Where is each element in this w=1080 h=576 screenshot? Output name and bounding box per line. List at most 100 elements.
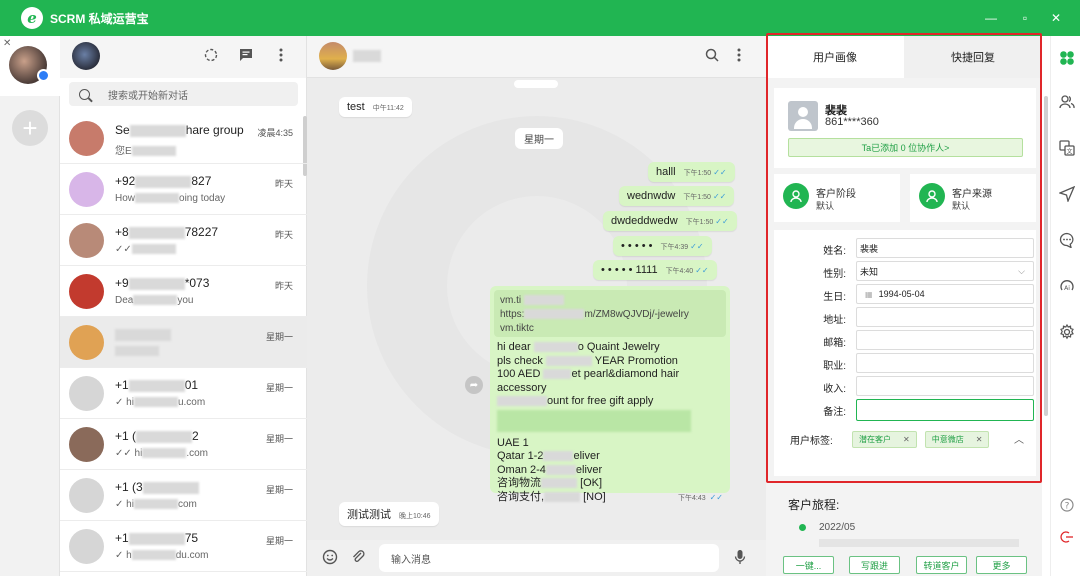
remove-tag-icon[interactable]: ✕ xyxy=(976,435,983,444)
message-time: 凌晨4:35 xyxy=(257,128,293,138)
message-preview xyxy=(115,346,159,357)
chat-list-item[interactable]: 星期一 xyxy=(60,317,307,368)
chat-list-item[interactable]: +1 01 ✓ hi u.com 星期一 xyxy=(60,368,307,419)
chat-menu-icon[interactable] xyxy=(737,48,741,67)
search-icon xyxy=(79,88,90,100)
microphone-icon[interactable] xyxy=(731,549,749,567)
chat-list: Se hare group 您E 凌晨4:35 +92 827 How oing today 昨… xyxy=(60,113,307,572)
chat-list-item[interactable]: +8 78227 ✓✓ 昨天 xyxy=(60,215,307,266)
journey-title: 客户旅程: xyxy=(788,498,840,512)
app-title: SCRM 私域运营宝 xyxy=(50,11,149,26)
title-bar: e SCRM 私域运营宝 — ▫ ✕ xyxy=(0,0,1080,36)
source-value: 默认 xyxy=(952,201,971,211)
gender-select[interactable]: 未知 ⌵ xyxy=(856,261,1034,281)
crm-scrollbar[interactable] xyxy=(1044,96,1048,416)
status-icon[interactable] xyxy=(202,48,220,66)
chat-list-item[interactable]: +92 827 How oing today 昨天 xyxy=(60,164,307,215)
message-outgoing-long[interactable]: vm.ti https: m/ZM8wQJVDj/-jewelry vm.tikt… xyxy=(490,286,730,503)
calendar-icon: ▦ xyxy=(865,289,873,299)
message-outgoing[interactable]: dwdeddwedw 下午1:50 ✓✓ xyxy=(603,211,737,231)
tags-box[interactable]: 潜在客户 ✕ 中意微店 ✕ ︿ xyxy=(852,428,1030,450)
more-button[interactable]: 更多 xyxy=(976,556,1027,574)
field-row-email: 邮箱: xyxy=(774,330,1034,350)
tag-chip[interactable]: 潜在客户 ✕ xyxy=(852,430,917,448)
contact-name xyxy=(115,327,171,341)
chat-list-item[interactable]: +1 (3 ✓ hi com 星期一 xyxy=(60,470,307,521)
day-separator: 星期一 xyxy=(515,128,563,149)
read-ticks-icon: ✓✓ xyxy=(690,242,704,251)
transfer-customer-button[interactable]: 转道客户 xyxy=(916,556,967,574)
emoji-icon[interactable] xyxy=(321,549,339,567)
svg-text:文: 文 xyxy=(1066,148,1072,156)
follow-up-button[interactable]: 写跟进 xyxy=(849,556,900,574)
journey-date: 2022/05 xyxy=(819,522,856,533)
chat-list-item[interactable]: +9 *073 Dea you 昨天 xyxy=(60,266,307,317)
collaborator-link[interactable]: Ta已添加 0 位协作人> xyxy=(788,138,1023,157)
online-badge-icon xyxy=(37,69,50,82)
search-in-chat-icon[interactable] xyxy=(705,48,719,67)
contact-name-redacted[interactable] xyxy=(353,50,381,62)
read-ticks-icon: ✓✓ xyxy=(695,266,709,275)
chevron-up-icon[interactable]: ︿ xyxy=(1014,431,1024,446)
tab-user-profile[interactable]: 用户画像 xyxy=(766,36,904,78)
stage-card[interactable]: 客户阶段 默认 xyxy=(774,174,900,222)
source-card[interactable]: 客户来源 默认 xyxy=(910,174,1036,222)
contacts-icon[interactable] xyxy=(1058,94,1076,112)
chat-list-item[interactable]: +1 (2 ✓✓ hi .com 星期一 xyxy=(60,419,307,470)
birthday-field[interactable]: ▦ 1994-05-04 xyxy=(856,284,1034,304)
chat-list-item[interactable]: Se hare group 您E 凌晨4:35 xyxy=(60,113,307,164)
message-input[interactable]: 输入消息 xyxy=(379,544,719,572)
minimize-button[interactable]: — xyxy=(981,8,1001,28)
income-field[interactable] xyxy=(856,376,1034,396)
contact-avatar xyxy=(69,172,104,207)
message-outgoing[interactable]: halll 下午1:50 ✓✓ xyxy=(648,162,735,182)
contact-avatar[interactable] xyxy=(319,42,347,70)
contact-avatar xyxy=(69,325,104,360)
contact-name: +1 (3 xyxy=(115,480,199,494)
send-icon[interactable] xyxy=(1058,185,1076,204)
tab-quick-reply[interactable]: 快捷回复 xyxy=(904,36,1042,78)
my-avatar[interactable] xyxy=(72,42,100,70)
tag-chip[interactable]: 中意微店 ✕ xyxy=(924,430,990,448)
forward-icon[interactable]: ➦ xyxy=(465,376,483,394)
notes-textarea[interactable] xyxy=(856,399,1034,421)
menu-dots-icon[interactable] xyxy=(272,48,290,66)
chat-list-header xyxy=(60,36,306,78)
conversation-header xyxy=(307,36,766,78)
read-ticks-icon: ✓✓ xyxy=(712,192,727,201)
search-input[interactable]: 搜索或开始新对话 xyxy=(69,82,298,106)
name-field[interactable]: 裴裴 xyxy=(856,238,1034,258)
address-field[interactable] xyxy=(856,307,1034,327)
translate-icon[interactable]: 文 xyxy=(1058,140,1076,158)
help-icon[interactable]: ? xyxy=(1058,498,1076,516)
message-incoming[interactable]: 测试测试 晚上10:46 xyxy=(339,502,439,526)
attach-icon[interactable] xyxy=(349,549,367,567)
new-chat-icon[interactable] xyxy=(237,48,255,66)
chat-list-item[interactable]: +1 75 ✓ h du.com 星期一 xyxy=(60,521,307,572)
message-outgoing[interactable]: • • • • • 1111 下午4:40 ✓✓ xyxy=(593,260,717,280)
email-field[interactable] xyxy=(856,330,1034,350)
remove-tag-icon[interactable]: ✕ xyxy=(903,435,910,444)
field-row-occupation: 职业: xyxy=(774,353,1034,373)
contact-name: +1 75 xyxy=(115,531,199,545)
ai-icon[interactable]: Ai xyxy=(1058,278,1076,296)
app-window: e SCRM 私域运营宝 — ▫ ✕ ✕ + 搜索或开始新对话 Se hare … xyxy=(0,0,1080,576)
action-button-1[interactable]: 一键... xyxy=(783,556,834,574)
chat-bubble-icon[interactable] xyxy=(1058,232,1076,250)
read-ticks-icon: ✓✓ xyxy=(709,492,723,502)
message-incoming[interactable]: test 中午11:42 xyxy=(339,97,412,117)
close-button[interactable]: ✕ xyxy=(1046,8,1066,28)
settings-gear-icon[interactable] xyxy=(1058,323,1076,342)
occupation-field[interactable] xyxy=(856,353,1034,373)
message-outgoing[interactable]: • • • • • 下午4:39 ✓✓ xyxy=(613,236,712,256)
add-account-button[interactable]: + xyxy=(12,110,48,146)
close-account-icon[interactable]: ✕ xyxy=(3,38,11,49)
logout-icon[interactable] xyxy=(1058,530,1076,548)
apps-icon[interactable] xyxy=(1058,50,1076,68)
account-tab-active[interactable]: ✕ xyxy=(0,36,60,96)
link-preview[interactable]: vm.ti https: m/ZM8wQJVDj/-jewelry vm.tikt… xyxy=(494,290,726,337)
message-outgoing[interactable]: wednwdw 下午1:50 ✓✓ xyxy=(619,186,735,206)
maximize-button[interactable]: ▫ xyxy=(1015,8,1035,28)
profile-card: 裴裴 861****360 Ta已添加 0 位协作人> xyxy=(774,88,1036,168)
message-time: 星期一 xyxy=(265,434,293,444)
